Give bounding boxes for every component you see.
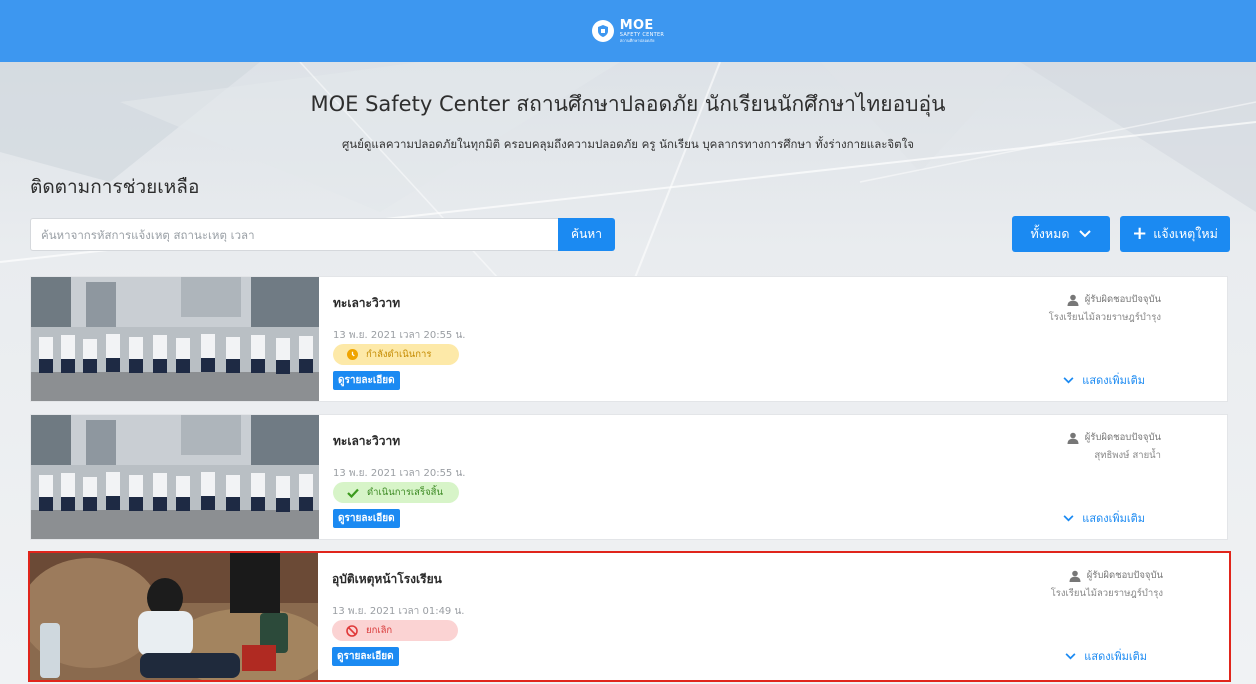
show-more-label: แสดงเพิ่มเติม [1082, 374, 1145, 387]
incident-date: 13 พ.ย. 2021 เวลา 20:55 น. [333, 330, 466, 341]
chevron-down-icon [1065, 652, 1076, 659]
incident-date: 13 พ.ย. 2021 เวลา 01:49 น. [332, 606, 465, 617]
plus-icon: + [1132, 223, 1148, 244]
view-details-button[interactable]: ดูรายละเอียด [333, 509, 400, 528]
responsible-person: ผู้รับผิดชอบปัจจุบัน สุทธิพงษ์ สายน้ำ [1067, 430, 1161, 463]
page-subheading: ศูนย์ดูแลความปลอดภัยในทุกมิติ ครอบคลุมถึ… [342, 137, 914, 151]
page-heading: MOE Safety Center สถานศึกษาปลอดภัย นักเร… [310, 92, 946, 116]
shield-icon [591, 20, 614, 42]
chevron-down-icon [1063, 514, 1074, 521]
status-text: กำลังดำเนินการ [366, 349, 432, 360]
section-title: ติดตามการช่วยเหลือ [30, 176, 200, 198]
responsible-label: ผู้รับผิดชอบปัจจุบัน [1086, 570, 1163, 581]
responsible-name: โรงเรียนไม้ลวยราษฎร์บำรุง [1050, 588, 1163, 599]
user-icon [1067, 432, 1079, 444]
user-icon [1067, 294, 1079, 306]
search-button[interactable]: ค้นหา [558, 218, 615, 251]
search-input[interactable] [30, 218, 558, 251]
status-badge: กำลังดำเนินการ [333, 344, 459, 365]
view-details-button[interactable]: ดูรายละเอียด [333, 371, 400, 390]
responsible-person: ผู้รับผิดชอบปัจจุบัน โรงเรียนไม้ลวยราษฎร… [1051, 568, 1163, 601]
status-badge: ยกเลิก [332, 620, 458, 641]
moe-logo[interactable]: MOE SAFETY CENTER สถานศึกษาปลอดภัย [591, 18, 664, 43]
responsible-label: ผู้รับผิดชอบปัจจุบัน [1084, 294, 1161, 305]
responsible-name: สุทธิพงษ์ สายน้ำ [1094, 450, 1161, 461]
incident-card[interactable]: ทะเลาะวิวาท 13 พ.ย. 2021 เวลา 20:55 น. ก… [30, 276, 1228, 402]
ban-icon [346, 624, 358, 637]
show-more-label: แสดงเพิ่มเติม [1082, 512, 1145, 525]
status-filter-dropdown[interactable]: ทั้งหมด [1012, 216, 1110, 252]
clock-icon [347, 349, 358, 360]
status-text: ยกเลิก [366, 625, 393, 636]
status-text: ดำเนินการเสร็จสิ้น [367, 487, 443, 498]
incident-photo [30, 553, 318, 680]
incident-title: ทะเลาะวิวาท [333, 296, 401, 310]
new-report-button[interactable]: + แจ้งเหตุใหม่ [1120, 216, 1230, 252]
incident-card[interactable]: ทะเลาะวิวาท 13 พ.ย. 2021 เวลา 20:55 น. ด… [30, 414, 1228, 540]
show-more-link[interactable]: แสดงเพิ่มเติม [1063, 509, 1145, 527]
responsible-person: ผู้รับผิดชอบปัจจุบัน โรงเรียนไม้ลวยราษฎร… [1049, 292, 1161, 325]
view-details-button[interactable]: ดูรายละเอียด [332, 647, 399, 666]
responsible-label: ผู้รับผิดชอบปัจจุบัน [1084, 432, 1161, 443]
incident-photo [31, 415, 319, 539]
new-report-label: แจ้งเหตุใหม่ [1153, 226, 1218, 241]
show-more-link[interactable]: แสดงเพิ่มเติม [1063, 371, 1145, 389]
incident-photo [31, 277, 319, 401]
chevron-down-icon [1079, 230, 1092, 238]
user-icon [1069, 570, 1081, 582]
top-navbar: MOE SAFETY CENTER สถานศึกษาปลอดภัย [0, 0, 1256, 62]
incident-date: 13 พ.ย. 2021 เวลา 20:55 น. [333, 468, 466, 479]
show-more-link[interactable]: แสดงเพิ่มเติม [1065, 647, 1147, 665]
status-badge: ดำเนินการเสร็จสิ้น [333, 482, 459, 503]
check-icon [347, 488, 359, 498]
incident-title: อุบัติเหตุหน้าโรงเรียน [332, 572, 442, 586]
incident-card[interactable]: อุบัติเหตุหน้าโรงเรียน 13 พ.ย. 2021 เวลา… [28, 551, 1231, 682]
filter-label: ทั้งหมด [1030, 226, 1070, 241]
incident-title: ทะเลาะวิวาท [333, 434, 401, 448]
logo-main-text: MOE [619, 18, 654, 33]
responsible-name: โรงเรียนไม้ลวยราษฎร์บำรุง [1048, 312, 1161, 323]
logo-sub2-text: สถานศึกษาปลอดภัย [619, 38, 655, 43]
chevron-down-icon [1063, 376, 1074, 383]
show-more-label: แสดงเพิ่มเติม [1084, 650, 1147, 663]
